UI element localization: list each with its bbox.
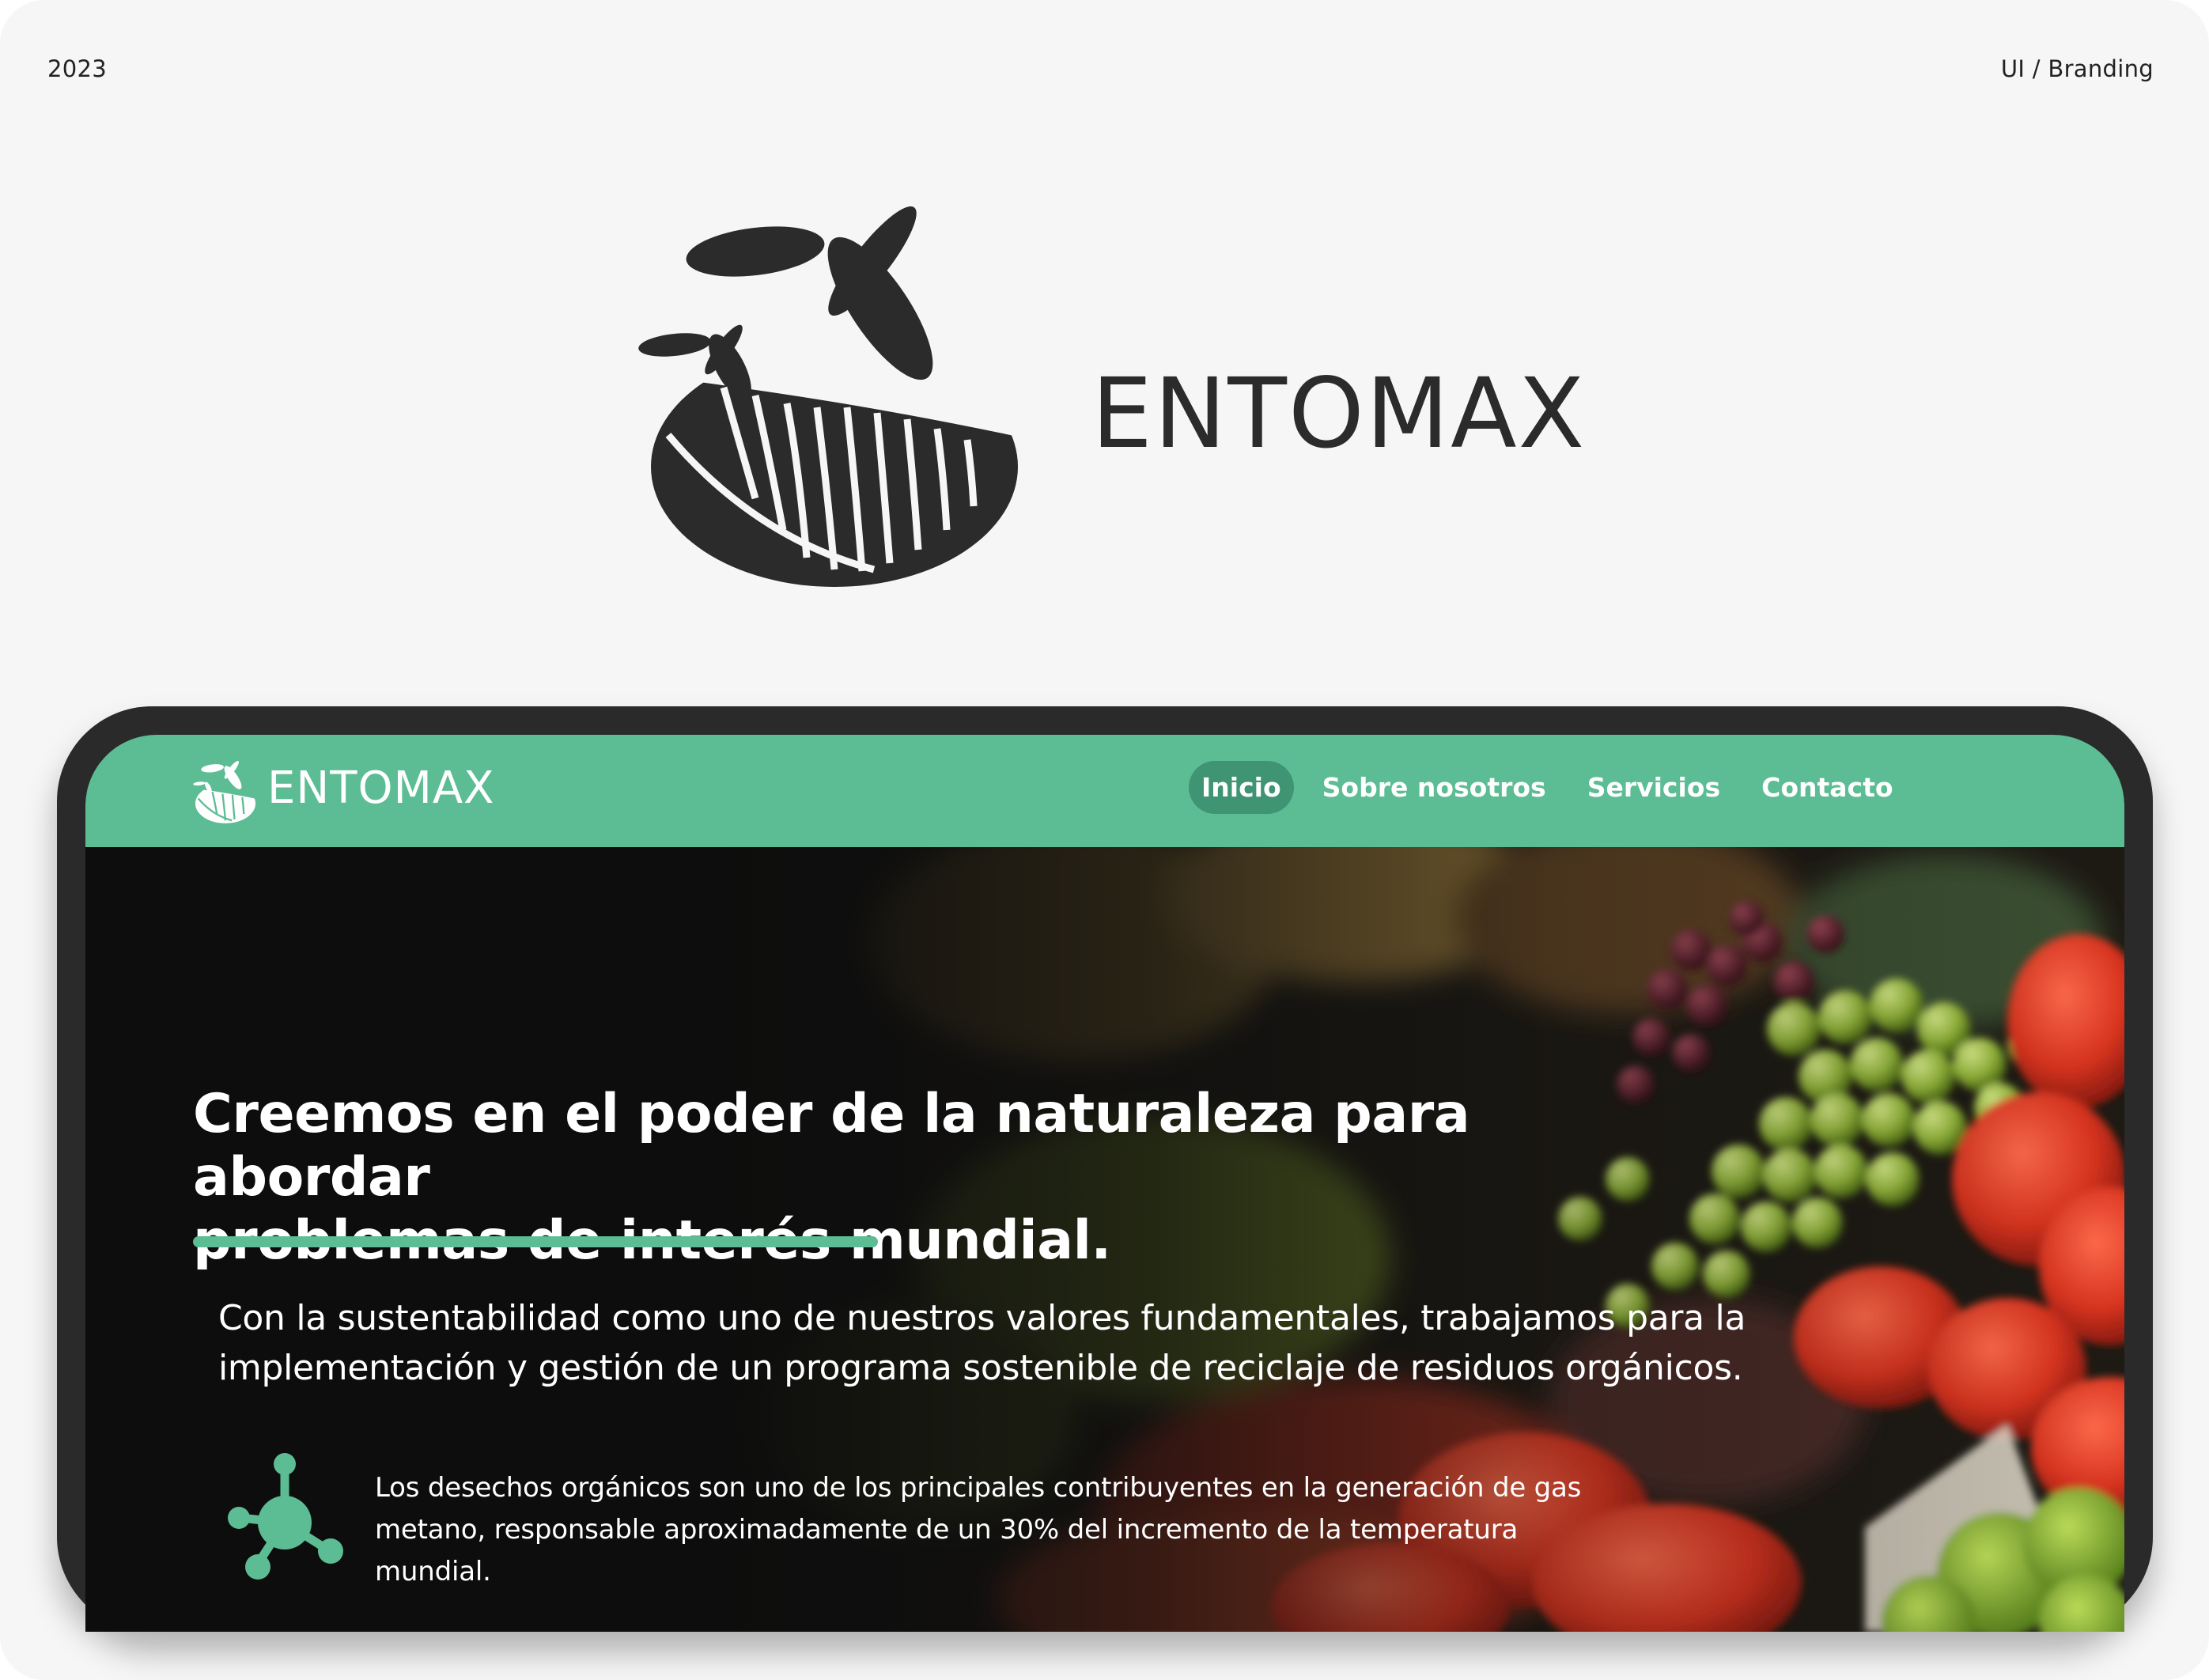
hero-paragraph-line-1: Con la sustentabilidad como uno de nuest…	[218, 1298, 1746, 1338]
nav-brand-name[interactable]: ENTOMAX	[267, 766, 495, 811]
device-mockup: ENTOMAX Inicio Sobre nosotros Servicios …	[57, 706, 2153, 1632]
brand-logo-icon[interactable]	[193, 760, 258, 825]
headline-underline	[193, 1236, 878, 1247]
hero-paragraph-line-2: implementación y gestión de un programa …	[218, 1348, 1743, 1388]
fact-text-line-3: mundial.	[375, 1556, 491, 1587]
website-screen: ENTOMAX Inicio Sobre nosotros Servicios …	[85, 735, 2124, 1632]
site-navbar: ENTOMAX Inicio Sobre nosotros Servicios …	[85, 735, 2124, 847]
nav-link-contacto[interactable]: Contacto	[1749, 761, 1905, 814]
brand-wordmark: ENTOMAX	[1091, 358, 1587, 470]
fact-text: Los desechos orgánicos son uno de los pr…	[375, 1467, 1640, 1593]
nav-link-inicio[interactable]: Inicio	[1189, 760, 1294, 814]
fact-text-line-2: metano, responsable aproximadamente de u…	[375, 1514, 1519, 1546]
insect-larva-logo-icon	[638, 206, 1018, 587]
nav-link-servicios[interactable]: Servicios	[1575, 761, 1733, 814]
presentation-canvas: 2023 UI / Branding ENTOMAX ENTOMAX Inici…	[0, 0, 2209, 1680]
project-year: 2023	[47, 55, 108, 82]
hero-headline-line-1: Creemos en el poder de la naturaleza par…	[193, 1083, 1470, 1209]
fact-text-line-1: Los desechos orgánicos son uno de los pr…	[375, 1472, 1582, 1504]
nav-link-sobre-nosotros[interactable]: Sobre nosotros	[1310, 761, 1559, 814]
nav-menu: Inicio Sobre nosotros Servicios Contacto	[1189, 760, 1922, 814]
hero-paragraph: Con la sustentabilidad como uno de nuest…	[218, 1293, 1800, 1393]
molecule-icon	[228, 1453, 343, 1580]
project-category: UI / Branding	[2000, 55, 2154, 82]
